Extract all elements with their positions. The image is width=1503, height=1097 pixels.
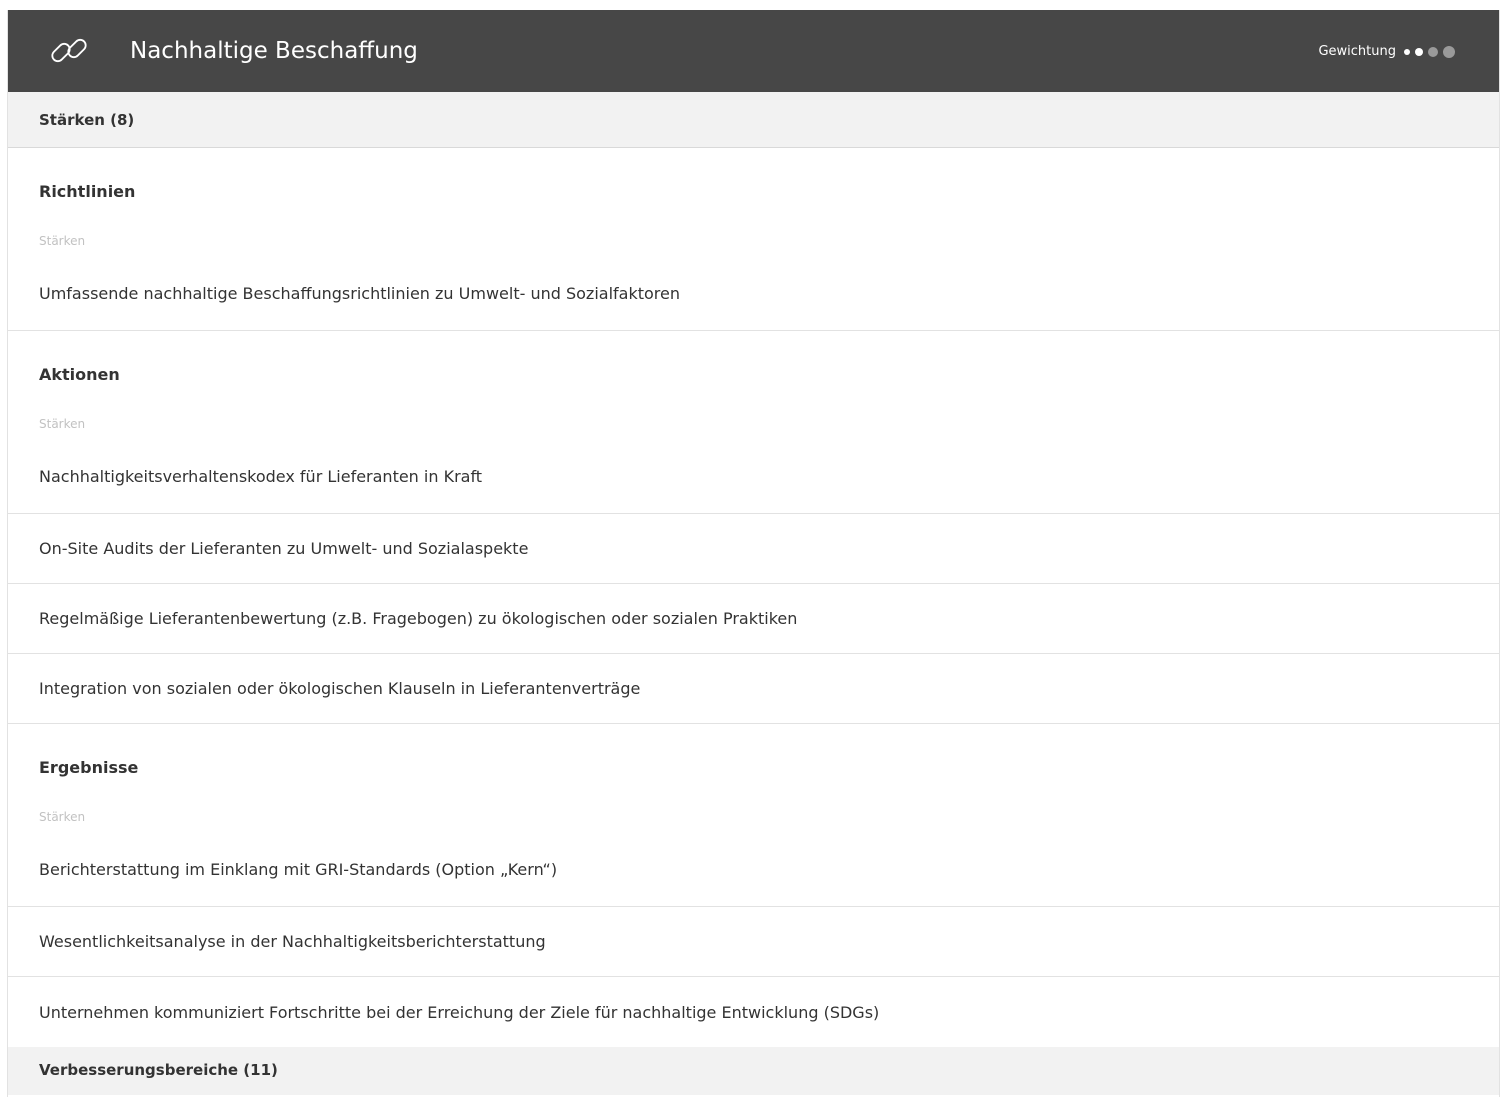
- list-item: Berichterstattung im Einklang mit GRI-St…: [8, 829, 1499, 907]
- procurement-panel: Nachhaltige Beschaffung Gewichtung Stärk…: [7, 10, 1500, 1097]
- list-item: Unternehmen kommuniziert Fortschritte be…: [39, 1002, 880, 1022]
- group-subtitle: Stärken: [39, 234, 86, 248]
- strength-groups: Richtlinien Stärken Umfassende nachhaltige…: [8, 148, 1499, 1047]
- weighting-label: Gewichtung: [1318, 44, 1396, 59]
- list-item: Nachhaltigkeitsverhaltenskodex für Liefe…: [8, 436, 1499, 514]
- group-header: Aktionen Stärken: [8, 331, 1499, 436]
- group-header: Ergebnisse Stärken: [8, 724, 1499, 829]
- group-header: Richtlinien Stärken: [8, 148, 1499, 253]
- section-header-strengths[interactable]: Stärken (8): [8, 92, 1499, 148]
- panel-header: Nachhaltige Beschaffung Gewichtung: [8, 10, 1499, 92]
- group-subtitle: Stärken: [39, 417, 86, 431]
- section-header-improvements[interactable]: Verbesserungsbereiche (11): [8, 1047, 1499, 1095]
- link-icon: [51, 38, 87, 63]
- weighting-dot: [1415, 48, 1423, 56]
- page-title: Nachhaltige Beschaffung: [130, 38, 418, 64]
- group-title: Aktionen: [39, 365, 120, 384]
- list-item: On-Site Audits der Lieferanten zu Umwelt…: [8, 514, 1499, 584]
- list-item: Regelmäßige Lieferantenbewertung (z.B. F…: [8, 584, 1499, 654]
- weighting-dots: [1404, 46, 1455, 58]
- weighting-indicator: Gewichtung: [1318, 44, 1455, 60]
- weighting-dot: [1443, 46, 1455, 58]
- list-item: Wesentlichkeitsanalyse in der Nachhaltig…: [8, 907, 1499, 977]
- group-title: Richtlinien: [39, 182, 136, 201]
- list-item: Umfassende nachhaltige Beschaffungsricht…: [8, 253, 1499, 331]
- weighting-dot: [1404, 49, 1410, 55]
- weighting-dot: [1428, 47, 1438, 57]
- group-title: Ergebnisse: [39, 758, 139, 777]
- list-item: Integration von sozialen oder ökologisch…: [8, 654, 1499, 724]
- group-subtitle: Stärken: [39, 810, 86, 824]
